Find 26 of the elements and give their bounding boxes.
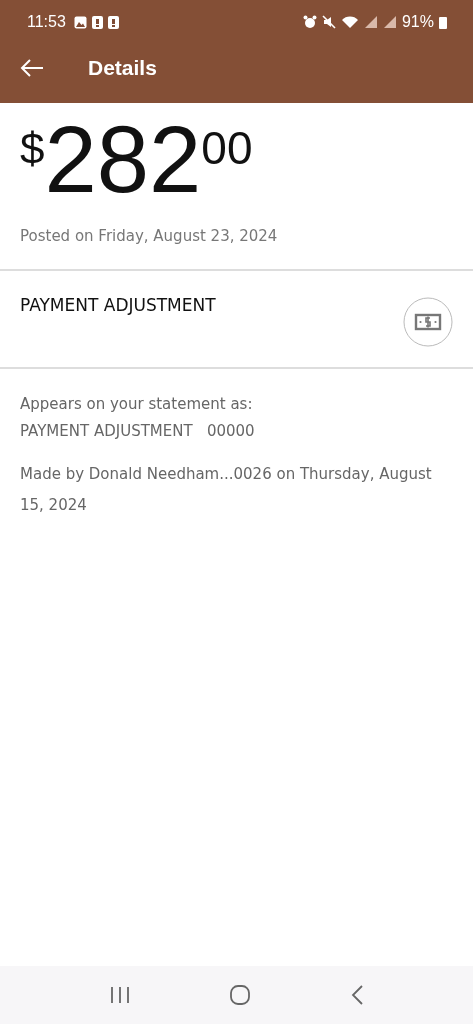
notification-icon xyxy=(107,15,119,29)
home-icon[interactable] xyxy=(229,984,252,1006)
signal-icon xyxy=(382,15,397,29)
recents-icon[interactable] xyxy=(109,985,132,1005)
mute-icon xyxy=(321,15,336,29)
made-by-text: Made by Donald Needham...0026 on Thursday, August 15, 2024 xyxy=(20,464,433,516)
posted-date: Posted on Friday, August 23, 2024 xyxy=(20,227,279,245)
status-time: 11:53 xyxy=(27,13,66,31)
back-button[interactable] xyxy=(20,59,44,77)
statement-text: PAYMENT ADJUSTMENT 00000 xyxy=(20,421,256,442)
battery-percent: 91% xyxy=(401,13,434,31)
notification-icon xyxy=(91,15,103,29)
alarm-icon xyxy=(302,15,317,29)
signal-icon xyxy=(363,15,378,29)
back-arrow-icon xyxy=(20,59,44,77)
statement-label: Appears on your statement as: xyxy=(20,394,254,415)
currency-symbol: $ xyxy=(20,127,45,171)
amount-value: 282 xyxy=(44,113,202,207)
wifi-icon xyxy=(340,15,359,29)
transaction-type: PAYMENT ADJUSTMENT xyxy=(20,295,216,315)
battery-icon xyxy=(439,15,447,29)
image-icon xyxy=(73,15,87,29)
cash-icon xyxy=(403,297,453,347)
back-icon[interactable] xyxy=(349,984,364,1006)
page-title: Details xyxy=(88,56,157,80)
amount-cents: 00 xyxy=(201,125,253,171)
